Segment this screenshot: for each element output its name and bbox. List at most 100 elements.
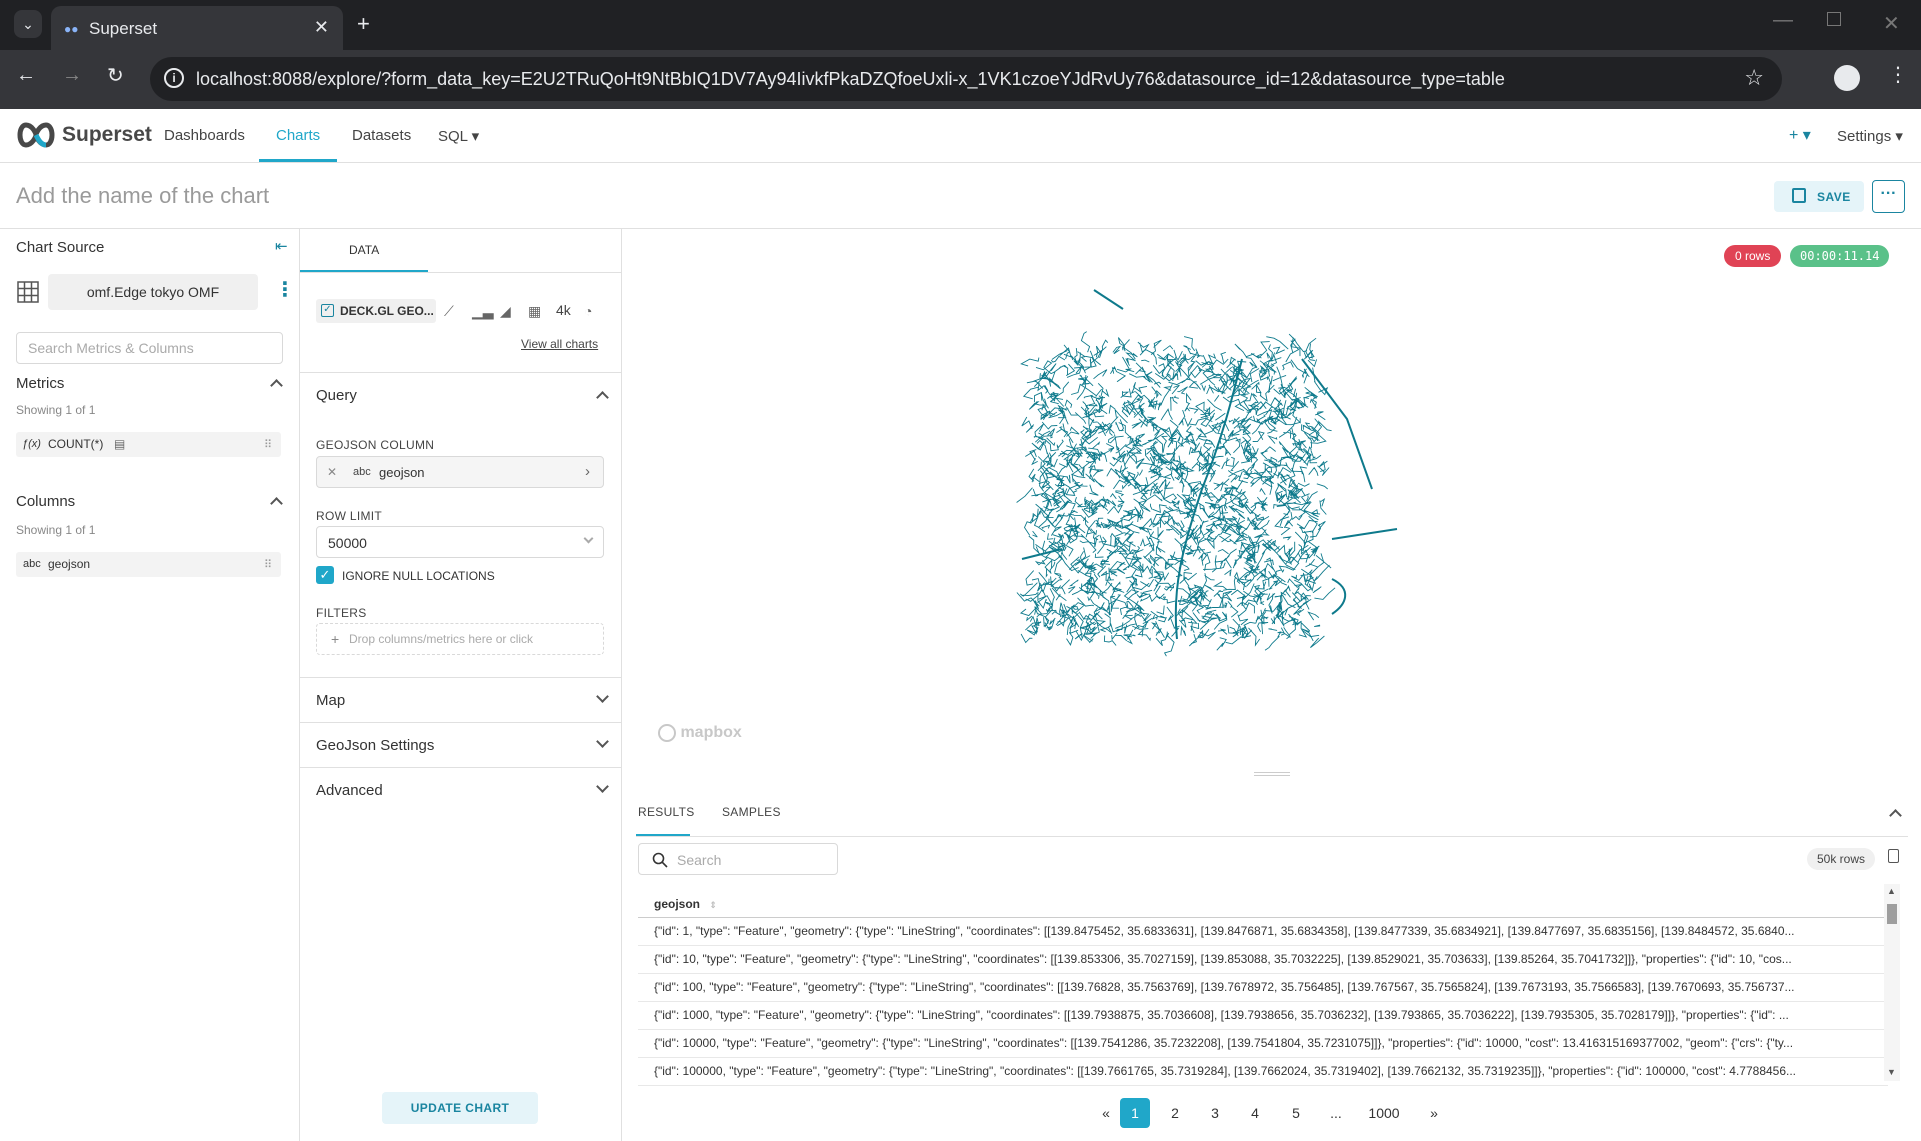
chart-name-input[interactable]: Add the name of the chart xyxy=(16,183,269,209)
scroll-up-icon[interactable]: ▲ xyxy=(1887,886,1896,896)
big-number-icon[interactable]: 4k xyxy=(556,302,571,318)
filters-dropzone[interactable]: + Drop columns/metrics here or click xyxy=(316,623,604,655)
map-feature-line xyxy=(1331,578,1347,615)
metrics-heading[interactable]: Metrics xyxy=(16,375,64,392)
expand-geojson-settings-icon xyxy=(596,735,609,748)
ignore-null-checkbox[interactable]: ✓ xyxy=(316,566,334,584)
page-next[interactable]: » xyxy=(1419,1098,1449,1128)
profile-icon[interactable] xyxy=(1834,65,1860,91)
row-limit-select[interactable]: 50000 xyxy=(316,526,604,558)
collapse-panel-icon[interactable]: ⇤ xyxy=(275,237,288,255)
query-section-header[interactable]: Query xyxy=(300,372,622,417)
drag-handle-icon[interactable]: ⠿ xyxy=(264,438,272,451)
table-row: {"id": 100000, "type": "Feature", "geome… xyxy=(638,1058,1888,1086)
nav-datasets[interactable]: Datasets xyxy=(352,127,411,144)
expand-advanced-icon xyxy=(596,780,609,793)
close-window-icon[interactable]: ✕ xyxy=(1883,11,1900,36)
restore-icon[interactable] xyxy=(1827,12,1841,26)
remove-column-icon[interactable]: ✕ xyxy=(327,465,337,479)
table-row: {"id": 1000, "type": "Feature", "geometr… xyxy=(638,1002,1888,1030)
mapbox-label: mapbox xyxy=(680,724,742,742)
column-item[interactable]: abc geojson ⠿ xyxy=(16,552,281,577)
reload-icon[interactable]: ↻ xyxy=(107,63,124,88)
page-last[interactable]: 1000 xyxy=(1361,1098,1407,1128)
columns-count: Showing 1 of 1 xyxy=(16,523,96,537)
metrics-count: Showing 1 of 1 xyxy=(16,403,96,417)
page-3[interactable]: 3 xyxy=(1200,1098,1230,1128)
browser-menu-icon[interactable]: ⋮ xyxy=(1888,62,1908,87)
geojson-column-select[interactable]: ✕ abc geojson › xyxy=(316,456,604,488)
settings-menu[interactable]: Settings ▾ xyxy=(1837,127,1903,145)
scroll-thumb[interactable] xyxy=(1887,904,1897,924)
minimize-icon[interactable]: — xyxy=(1773,9,1793,32)
metric-item[interactable]: ƒ(x) COUNT(*) ▤ ⠿ xyxy=(16,432,281,457)
geojson-map[interactable] xyxy=(1002,289,1442,729)
update-chart-button[interactable]: UPDATE CHART xyxy=(382,1092,538,1124)
collapse-results-icon[interactable] xyxy=(1889,809,1902,822)
url-text[interactable]: localhost:8088/explore/?form_data_key=E2… xyxy=(196,69,1505,90)
forward-icon[interactable]: → xyxy=(62,64,82,87)
scroll-down-icon[interactable]: ▼ xyxy=(1887,1067,1896,1077)
sort-icon[interactable]: ⇕ xyxy=(709,900,717,910)
page-5[interactable]: 5 xyxy=(1281,1098,1311,1128)
results-search-input[interactable]: Search xyxy=(638,843,838,875)
url-bar[interactable]: i localhost:8088/explore/?form_data_key=… xyxy=(150,57,1782,101)
nav-sql[interactable]: SQL ▾ xyxy=(438,127,479,145)
save-button[interactable]: SAVE xyxy=(1774,181,1864,212)
site-info-icon[interactable]: i xyxy=(164,68,184,88)
nav-charts[interactable]: Charts xyxy=(276,127,320,144)
geojson-column-header[interactable]: geojson ⇕ xyxy=(654,897,717,911)
map-feature-line xyxy=(1021,548,1063,560)
selected-viz-type[interactable]: ✓ DECK.GL GEO... xyxy=(316,299,436,323)
collapse-columns-icon[interactable] xyxy=(270,497,283,510)
superset-logo-icon xyxy=(17,122,55,148)
geojson-viz-icon: ✓ xyxy=(321,304,334,317)
table-row: {"id": 10000, "type": "Feature", "geomet… xyxy=(638,1030,1888,1058)
map-section-header[interactable]: Map xyxy=(300,677,622,722)
back-icon[interactable]: ← xyxy=(16,64,36,87)
page-4[interactable]: 4 xyxy=(1240,1098,1270,1128)
datasource-menu-icon[interactable]: ⋮ xyxy=(275,277,295,302)
new-tab-icon[interactable]: + xyxy=(357,11,370,37)
columns-heading[interactable]: Columns xyxy=(16,493,75,510)
area-chart-icon[interactable]: ◢ xyxy=(500,303,511,320)
geojson-settings-section-header[interactable]: GeoJson Settings xyxy=(300,722,622,767)
resize-handle[interactable] xyxy=(1254,772,1290,776)
page-first[interactable]: « xyxy=(1091,1098,1121,1128)
new-item-button[interactable]: + ▾ xyxy=(1789,125,1811,145)
mapbox-icon xyxy=(658,724,676,742)
close-tab-icon[interactable]: ✕ xyxy=(314,17,329,38)
search-placeholder: Search xyxy=(677,852,722,868)
pie-chart-icon[interactable]: ◔ xyxy=(584,303,592,319)
expand-map-icon xyxy=(596,690,609,703)
tab-samples[interactable]: SAMPLES xyxy=(722,805,781,819)
row-limit-label: ROW LIMIT xyxy=(316,509,383,523)
nav-dashboards[interactable]: Dashboards xyxy=(164,127,245,144)
query-timer-badge: 00:00:11.14 xyxy=(1790,245,1890,267)
geojson-column-value: geojson xyxy=(379,465,425,480)
tab-results[interactable]: RESULTS xyxy=(638,805,695,819)
tab-divider xyxy=(300,272,622,273)
copy-icon[interactable] xyxy=(1888,849,1899,863)
tab-data[interactable]: DATA xyxy=(300,229,428,272)
superset-logo[interactable]: Superset xyxy=(14,121,152,149)
page-1[interactable]: 1 xyxy=(1120,1098,1150,1128)
bookmark-star-icon[interactable]: ☆ xyxy=(1744,65,1764,91)
address-bar-row: ← → ↻ i localhost:8088/explore/?form_dat… xyxy=(0,50,1921,109)
datasource-name[interactable]: omf.Edge tokyo OMF xyxy=(48,274,258,310)
view-all-charts-link[interactable]: View all charts xyxy=(521,337,598,351)
line-chart-icon[interactable]: ⟋ xyxy=(444,303,454,320)
drag-handle-icon[interactable]: ⠿ xyxy=(264,558,272,571)
advanced-section-header[interactable]: Advanced xyxy=(300,767,622,812)
browser-tab[interactable]: ●● Superset ✕ xyxy=(51,6,343,50)
bar-chart-icon[interactable]: ▁▃ xyxy=(472,303,494,320)
more-options-button[interactable]: ··· xyxy=(1872,180,1905,213)
active-nav-indicator xyxy=(259,159,337,162)
page-2[interactable]: 2 xyxy=(1160,1098,1190,1128)
filters-placeholder: Drop columns/metrics here or click xyxy=(349,632,534,646)
table-chart-icon[interactable]: ▦ xyxy=(528,303,541,320)
search-metrics-input[interactable]: Search Metrics & Columns xyxy=(16,332,283,364)
table-scrollbar[interactable]: ▲ ▼ xyxy=(1884,884,1900,1081)
tab-list-icon[interactable]: ⌄ xyxy=(14,10,42,38)
collapse-metrics-icon[interactable] xyxy=(270,379,283,392)
